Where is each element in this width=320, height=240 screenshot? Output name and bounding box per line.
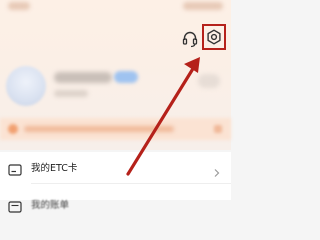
notice-text-blurred: [24, 126, 174, 132]
status-bar: [0, 0, 231, 14]
username-blurred: [54, 72, 112, 83]
avatar[interactable]: [6, 66, 46, 106]
member-badge-blurred: [114, 71, 138, 83]
list-item-label: 我的账单: [31, 200, 70, 211]
status-time: [8, 2, 30, 10]
menu-card: 我的ETC卡 我的账单: [0, 152, 231, 213]
profile-subtitle-blurred: [54, 90, 88, 97]
bill-icon: [8, 198, 22, 213]
list-divider: [31, 183, 231, 184]
headset-icon[interactable]: [182, 30, 198, 48]
list-item-bills[interactable]: 我的账单: [0, 189, 231, 221]
list-item-etc-card[interactable]: 我的ETC卡: [0, 152, 231, 184]
gear-icon[interactable]: [206, 29, 222, 45]
chevron-right-icon: [212, 163, 222, 177]
profile-entry-blurred[interactable]: [198, 74, 220, 88]
card-icon: [8, 161, 22, 176]
list-item-label: 我的ETC卡: [31, 163, 78, 174]
notice-icon: [8, 124, 18, 134]
status-icons: [183, 2, 223, 10]
notice-arrow-blurred: [214, 125, 222, 133]
